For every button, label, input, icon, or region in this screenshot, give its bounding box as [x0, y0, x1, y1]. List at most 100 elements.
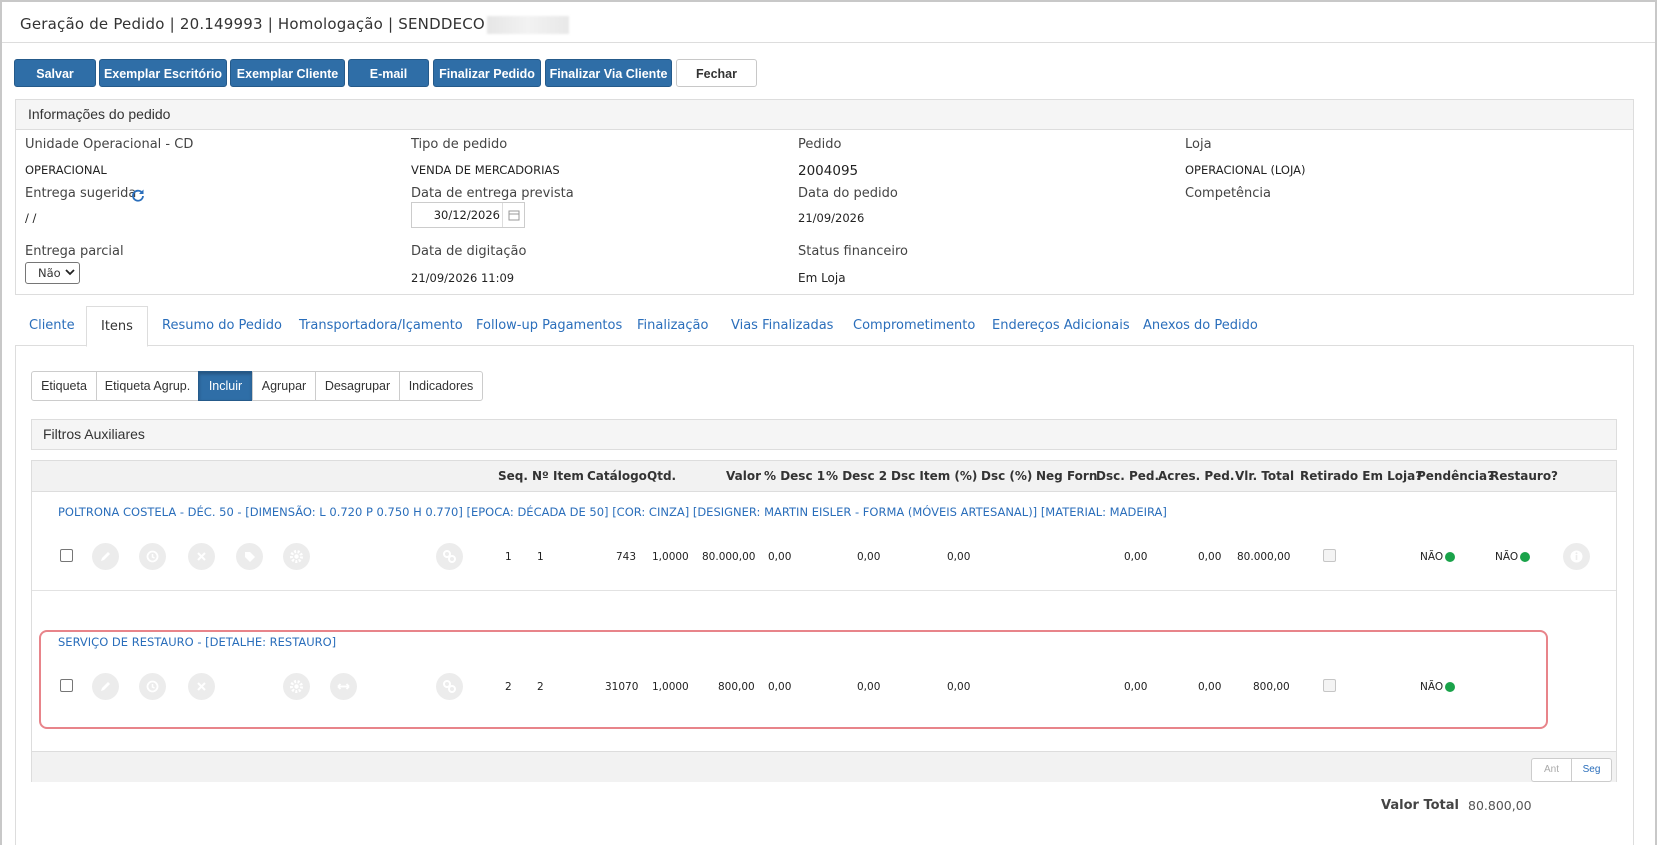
refresh-icon[interactable]: [131, 187, 145, 202]
tab-followup[interactable]: Follow-up Pagamentos: [476, 306, 622, 346]
close-icon[interactable]: [188, 543, 215, 570]
pendencia-cell: NÃO: [1420, 681, 1444, 693]
entrega-sugerida-value: / /: [25, 211, 37, 225]
calendar-icon[interactable]: [502, 203, 524, 227]
item-cell: 2: [537, 681, 544, 693]
pendencia-cell: NÃO: [1420, 551, 1444, 563]
tab-itens[interactable]: Itens: [86, 306, 148, 347]
retirado-checkbox: [1323, 679, 1336, 692]
incluir-button[interactable]: Incluir: [198, 371, 253, 401]
seq-cell: 1: [505, 551, 512, 563]
status-fin-label: Status financeiro: [798, 244, 908, 259]
delivery-date-value: 30/12/2026: [433, 208, 500, 222]
filters-panel[interactable]: Filtros Auxiliares: [31, 419, 1617, 450]
indicadores-button[interactable]: Indicadores: [399, 371, 483, 401]
status-fin-value: Em Loja: [798, 271, 846, 285]
tab-vias[interactable]: Vias Finalizadas: [731, 306, 833, 346]
col-valor: Valor: [726, 469, 762, 483]
link-icon[interactable]: [436, 673, 463, 700]
agrupar-button[interactable]: Agrupar: [252, 371, 316, 401]
competencia-label: Competência: [1185, 186, 1272, 201]
edit-icon[interactable]: [92, 673, 119, 700]
item-title[interactable]: POLTRONA COSTELA - DÉC. 50 - [DIMENSÃO: …: [58, 505, 1167, 519]
tab-finalizacao[interactable]: Finalização: [637, 306, 708, 346]
save-button[interactable]: Salvar: [14, 59, 96, 87]
prev-page-button[interactable]: Ant: [1531, 758, 1572, 782]
tab-transportadora[interactable]: Transportadora/Içamento: [299, 306, 463, 346]
pedido-value: 2004095: [798, 163, 859, 179]
col-restauro: Restauro?: [1490, 469, 1559, 483]
tab-anexos[interactable]: Anexos do Pedido: [1143, 306, 1258, 346]
data-pedido-value: 21/09/2026: [798, 211, 865, 225]
unidade-label: Unidade Operacional - CD: [25, 137, 194, 152]
unidade-value: OPERACIONAL: [25, 163, 107, 177]
partial-delivery-value: Não: [38, 266, 61, 280]
chevron-down-icon: [65, 264, 75, 283]
qtd-cell: 1,0000: [652, 551, 689, 563]
desc2-cell: 0,00: [857, 551, 881, 563]
edit-icon[interactable]: [92, 543, 119, 570]
info-icon[interactable]: [1563, 543, 1590, 570]
gear-icon[interactable]: [283, 543, 310, 570]
history-icon[interactable]: [139, 673, 166, 700]
vlr-total-cell: 800,00: [1253, 681, 1290, 693]
desc1-cell: 0,00: [768, 551, 792, 563]
finish-order-button[interactable]: Finalizar Pedido: [433, 59, 541, 87]
seq-cell: 2: [505, 681, 512, 693]
etiqueta-agrup-button[interactable]: Etiqueta Agrup.: [96, 371, 199, 401]
desagrupar-button[interactable]: Desagrupar: [315, 371, 400, 401]
data-entrega-label: Data de entrega prevista: [411, 186, 574, 201]
etiqueta-button[interactable]: Etiqueta: [31, 371, 97, 401]
client-copy-button[interactable]: Exemplar Cliente: [230, 59, 345, 87]
dsc-item-cell: 0,00: [947, 551, 971, 563]
tag-icon[interactable]: [236, 543, 263, 570]
catalogo-cell: 743: [616, 551, 637, 563]
expand-icon[interactable]: [330, 673, 357, 700]
row-checkbox[interactable]: [60, 549, 73, 562]
item-cell: 1: [537, 551, 544, 563]
tab-bar: Cliente Itens Resumo do Pedido Transport…: [15, 306, 1634, 347]
tab-cliente[interactable]: Cliente: [29, 306, 75, 346]
col-dsc-item: Dsc Item (%): [891, 469, 978, 483]
data-digitacao-value: 21/09/2026 11:09: [411, 271, 515, 285]
catalogo-cell: 31070: [605, 681, 639, 693]
tab-resumo[interactable]: Resumo do Pedido: [162, 306, 282, 346]
acres-ped-cell: 0,00: [1198, 551, 1222, 563]
grid-header: Seq. Nº Item Catálogo Qtd. Valor % Desc …: [32, 461, 1616, 492]
entrega-parcial-label: Entrega parcial: [25, 244, 124, 259]
total-value: 80.800,00: [1468, 798, 1532, 813]
finish-via-client-button[interactable]: Finalizar Via Cliente: [545, 59, 672, 87]
col-desc1: % Desc 1: [764, 469, 826, 483]
tab-comprometimento[interactable]: Comprometimento: [853, 306, 975, 346]
gear-icon[interactable]: [283, 673, 310, 700]
delivery-date-input[interactable]: 30/12/2026: [411, 202, 525, 228]
dsc-ped-cell: 0,00: [1124, 681, 1148, 693]
tipo-value: VENDA DE MERCADORIAS: [411, 163, 560, 177]
order-info-header: Informações do pedido: [16, 100, 1633, 130]
order-info-title: Informações do pedido: [28, 106, 171, 122]
close-button[interactable]: Fechar: [676, 59, 757, 87]
total-label: Valor Total: [1381, 798, 1459, 813]
desc1-cell: 0,00: [768, 681, 792, 693]
row-checkbox[interactable]: [60, 679, 73, 692]
close-icon[interactable]: [188, 673, 215, 700]
valor-cell: 80.000,00: [702, 551, 756, 563]
col-dsc-ped: Dsc. Ped.: [1096, 469, 1160, 483]
col-neg-forn: Neg Forn: [1036, 469, 1098, 483]
data-digitacao-label: Data de digitação: [411, 244, 527, 259]
pendencia-status-dot: [1445, 682, 1455, 692]
col-pendencia: Pendência?: [1417, 469, 1495, 483]
office-copy-button[interactable]: Exemplar Escritório: [99, 59, 227, 87]
dsc-item-cell: 0,00: [947, 681, 971, 693]
filters-title: Filtros Auxiliares: [43, 426, 145, 442]
link-icon[interactable]: [436, 543, 463, 570]
email-button[interactable]: E-mail: [348, 59, 429, 87]
tab-enderecos[interactable]: Endereços Adicionais: [992, 306, 1130, 346]
history-icon[interactable]: [139, 543, 166, 570]
next-page-button[interactable]: Seg: [1571, 758, 1612, 782]
col-vlr-total: Vlr. Total: [1235, 469, 1295, 483]
item-title[interactable]: SERVIÇO DE RESTAURO - [DETALHE: RESTAURO…: [58, 635, 336, 649]
col-desc2: % Desc 2: [826, 469, 888, 483]
partial-delivery-select[interactable]: Não: [25, 262, 80, 284]
redacted-text: [486, 15, 569, 34]
